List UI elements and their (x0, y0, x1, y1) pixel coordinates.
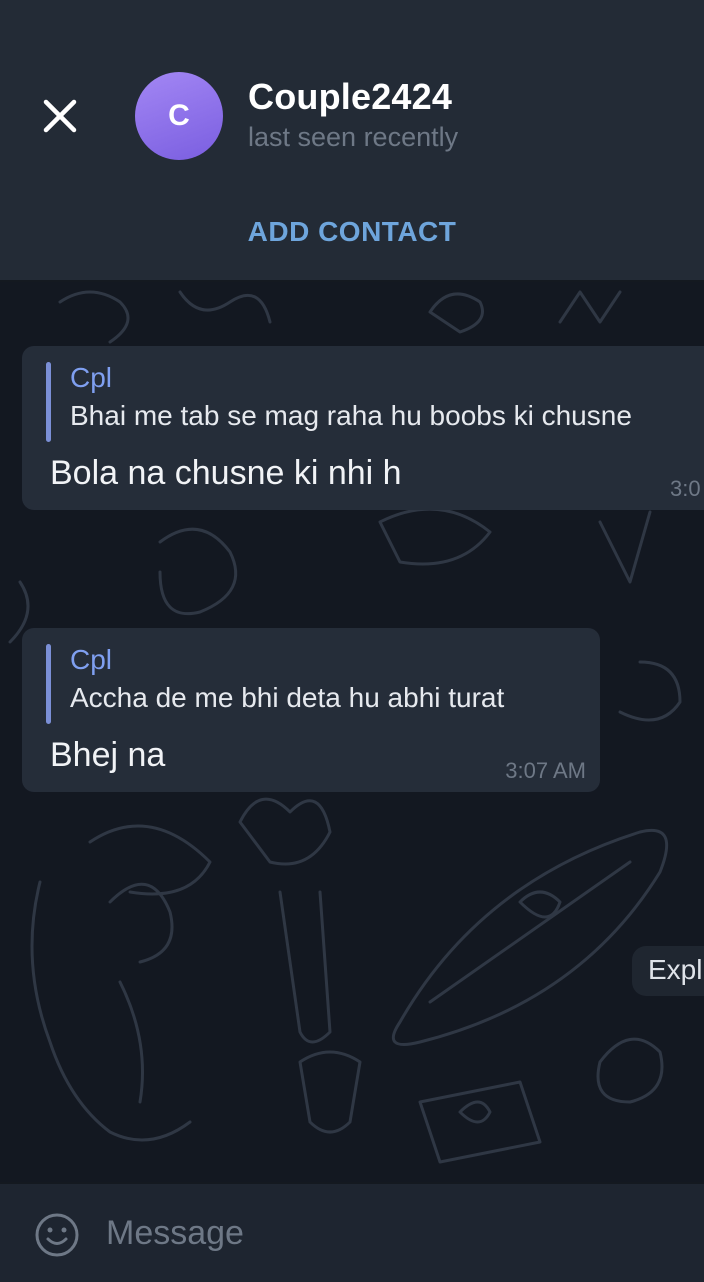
message-input[interactable] (106, 1208, 666, 1258)
message-time: 3:07 AM (505, 758, 586, 783)
contact-name[interactable]: Couple2424 (248, 76, 452, 118)
reply-quote-bar (46, 362, 51, 442)
close-icon (43, 99, 77, 133)
reply-sender-name: Cpl (70, 362, 113, 393)
chat-area[interactable]: Cpl Bhai me tab se mag raha hu boobs ki … (0, 282, 704, 1182)
emoji-button[interactable] (34, 1212, 80, 1258)
message-composer (0, 1182, 704, 1282)
message-bubble[interactable]: Cpl Accha de me bhi deta hu abhi turat B… (22, 628, 600, 792)
side-label[interactable]: Expl (632, 946, 704, 996)
message-text: Bola na chusne ki nhi h (50, 454, 402, 492)
reply-sender-name: Cpl (70, 644, 113, 675)
add-contact-button[interactable]: ADD CONTACT (248, 216, 457, 248)
emoji-icon (35, 1213, 79, 1257)
message-text: Bhej na (50, 736, 166, 774)
close-button[interactable] (36, 92, 84, 140)
add-contact-bar: ADD CONTACT (0, 200, 704, 282)
avatar-letter: C (168, 99, 190, 132)
avatar[interactable]: C (135, 72, 223, 160)
reply-quote-text: Accha de me bhi deta hu abhi turat (70, 682, 505, 713)
message-time: 3:0 (670, 476, 701, 501)
last-seen-status: last seen recently (248, 122, 459, 152)
message-bubble[interactable]: Cpl Bhai me tab se mag raha hu boobs ki … (22, 346, 704, 510)
chat-header: C Couple2424 last seen recently (0, 0, 704, 200)
reply-quote-text: Bhai me tab se mag raha hu boobs ki chus… (70, 400, 632, 431)
reply-quote-bar (46, 644, 51, 724)
